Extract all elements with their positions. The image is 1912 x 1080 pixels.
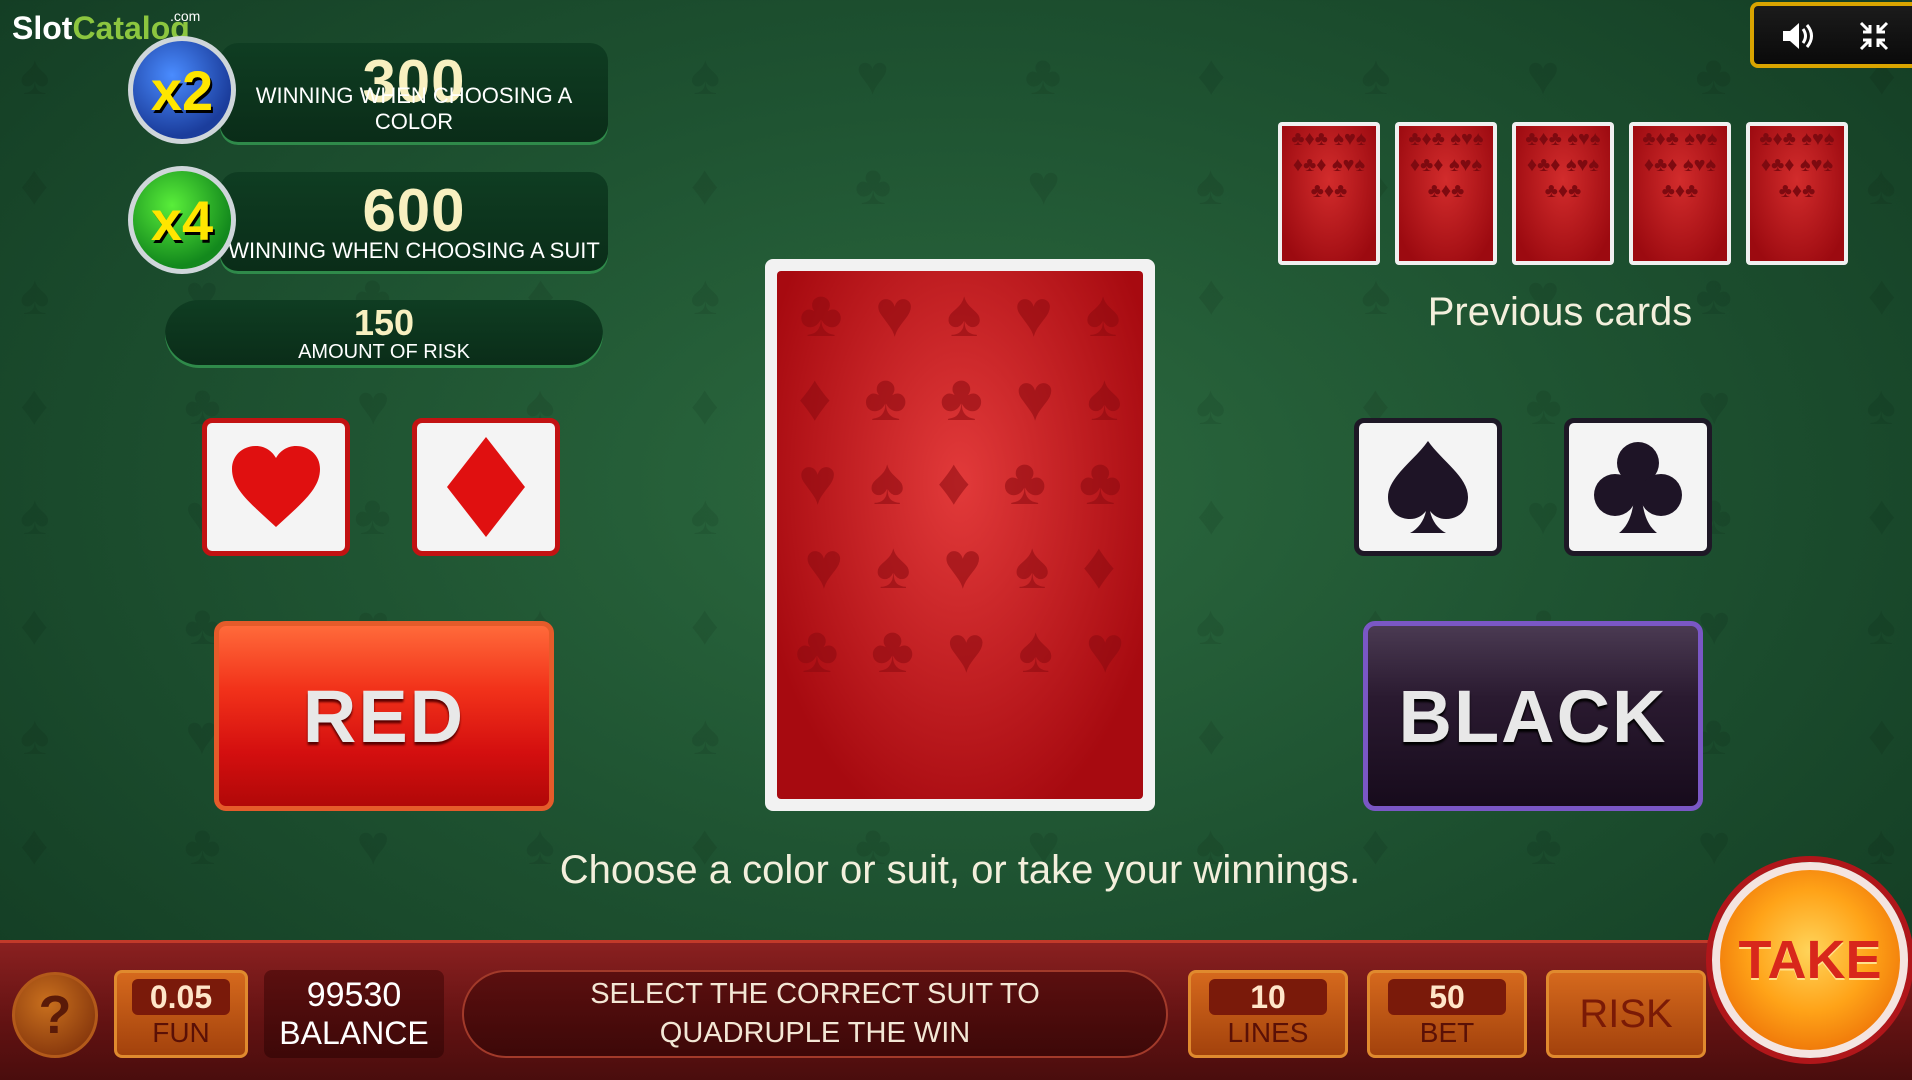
previous-card: ♣♦♣ ♠♥♠ ♦♣♦ ♠♥♠ ♣♦♣ <box>1512 122 1614 265</box>
risk-button[interactable]: RISK <box>1546 970 1706 1058</box>
take-button[interactable]: TAKE <box>1712 862 1908 1058</box>
lines-display[interactable]: 10 LINES <box>1188 970 1348 1058</box>
lines-value: 10 <box>1209 979 1327 1015</box>
club-icon <box>1594 442 1682 533</box>
message-panel: SELECT THE CORRECT SUIT TO QUADRUPLE THE… <box>462 970 1168 1058</box>
previous-card: ♣♦♣ ♠♥♠ ♦♣♦ ♠♥♠ ♣♦♣ <box>1395 122 1497 265</box>
card-back: ♣ ♥ ♠ ♥ ♠ ♦ ♣ ♣ ♥ ♠ ♥ ♠ ♦ ♣ ♣ ♥ ♠ ♥ ♠ ♦ … <box>777 271 1143 799</box>
speaker-icon[interactable] <box>1778 16 1818 56</box>
previous-card: ♣♦♣ ♠♥♠ ♦♣♦ ♠♥♠ ♣♦♣ <box>1746 122 1848 265</box>
hearts-suit-button[interactable] <box>202 418 350 556</box>
balance-value: 99530 <box>306 976 402 1014</box>
spade-icon <box>1388 441 1468 533</box>
previous-card: ♣♦♣ ♠♥♠ ♦♣♦ ♠♥♠ ♣♦♣ <box>1629 122 1731 265</box>
suit-win-value: 600 <box>362 177 466 244</box>
fun-label: FUN <box>152 1017 210 1048</box>
bet-label: BET <box>1419 1017 1475 1048</box>
suit-win-label: WINNING WHEN CHOOSING A SUIT <box>228 238 600 263</box>
x2-multiplier-badge: x2 <box>128 36 236 144</box>
color-win-label: WINNING WHEN CHOOSING A COLOR <box>255 83 573 134</box>
card-back-pattern: ♣ ♥ ♠ ♥ ♠ ♦ ♣ ♣ ♥ ♠ ♥ ♠ ♦ ♣ ♣ ♥ ♠ ♥ ♠ ♦ … <box>795 276 1125 686</box>
diamond-icon <box>447 437 525 537</box>
balance-label: BALANCE <box>279 1015 429 1051</box>
instruction-text: Choose a color or suit, or take your win… <box>559 848 1361 892</box>
risk-amount-panel: 150 AMOUNT OF RISK <box>165 300 603 368</box>
clubs-suit-button[interactable] <box>1564 418 1712 556</box>
color-win-panel: 300 WINNING WHEN CHOOSING A COLOR <box>220 43 608 145</box>
black-button[interactable]: BLACK <box>1363 621 1703 811</box>
window-controls <box>1750 2 1912 68</box>
fun-display: 0.05 FUN <box>114 970 248 1058</box>
heart-icon <box>232 446 320 527</box>
balance-display: 99530 BALANCE <box>264 970 444 1058</box>
red-button[interactable]: RED <box>214 621 554 811</box>
logo-com-text: .com <box>170 8 201 24</box>
help-button[interactable]: ? <box>12 972 98 1058</box>
previous-card: ♣♦♣ ♠♥♠ ♦♣♦ ♠♥♠ ♣♦♣ <box>1278 122 1380 265</box>
bet-value: 50 <box>1388 979 1506 1015</box>
risk-amount-label: AMOUNT OF RISK <box>298 341 470 363</box>
fun-value: 0.05 <box>132 979 230 1015</box>
risk-amount-value: 150 <box>353 302 415 343</box>
main-card: ♣ ♥ ♠ ♥ ♠ ♦ ♣ ♣ ♥ ♠ ♥ ♠ ♦ ♣ ♣ ♥ ♠ ♥ ♠ ♦ … <box>765 259 1155 811</box>
spades-suit-button[interactable] <box>1354 418 1502 556</box>
x4-multiplier-badge: x4 <box>128 166 236 274</box>
suit-win-panel: 600 WINNING WHEN CHOOSING A SUIT <box>220 172 608 274</box>
logo-slot-text: Slot <box>12 10 73 46</box>
diamonds-suit-button[interactable] <box>412 418 560 556</box>
lines-label: LINES <box>1227 1017 1309 1048</box>
bet-display[interactable]: 50 BET <box>1367 970 1527 1058</box>
previous-cards-label: Previous cards <box>1427 290 1693 334</box>
collapse-icon[interactable] <box>1854 16 1894 56</box>
